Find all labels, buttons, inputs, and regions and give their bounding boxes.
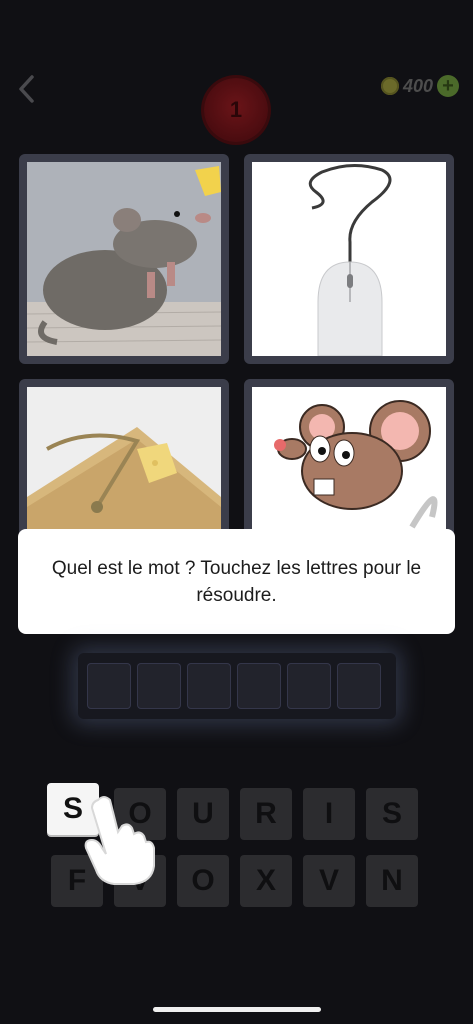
cartoon-mouse-image [252, 387, 446, 531]
picture-tile-4[interactable] [244, 379, 454, 539]
letter-key[interactable]: S [366, 788, 418, 840]
instruction-message: Quel est le mot ? Touchez les lettres po… [18, 529, 455, 634]
letter-key[interactable]: O [177, 855, 229, 907]
letter-key[interactable]: N [366, 855, 418, 907]
chevron-left-icon[interactable] [14, 72, 38, 106]
plus-icon[interactable]: + [437, 75, 459, 97]
home-indicator[interactable] [153, 1007, 321, 1012]
computer-mouse-image [252, 162, 446, 356]
mouse-rodent-image [27, 162, 221, 356]
answer-slot[interactable] [87, 663, 131, 709]
letter-key[interactable]: U [177, 788, 229, 840]
picture-tile-2[interactable] [244, 154, 454, 364]
mousetrap-image [27, 387, 221, 531]
answer-slots [78, 653, 396, 719]
coin-counter[interactable]: 400 + [380, 72, 459, 100]
level-badge: 1 [204, 78, 268, 142]
picture-tile-3[interactable] [19, 379, 229, 539]
coin-value: 400 [402, 75, 433, 96]
instruction-text: Quel est le mot ? Touchez les lettres po… [51, 557, 422, 606]
letter-key[interactable]: V [303, 855, 355, 907]
answer-slot[interactable] [237, 663, 281, 709]
answer-slot[interactable] [337, 663, 381, 709]
letter-key[interactable]: X [240, 855, 292, 907]
answer-slot[interactable] [187, 663, 231, 709]
letter-key[interactable]: R [240, 788, 292, 840]
coin-icon [380, 77, 399, 95]
answer-slot[interactable] [287, 663, 331, 709]
answer-slot[interactable] [137, 663, 181, 709]
letter-key[interactable]: I [303, 788, 355, 840]
level-number: 1 [229, 97, 243, 122]
pointing-hand-icon [78, 792, 158, 886]
picture-tile-1[interactable] [19, 154, 229, 364]
